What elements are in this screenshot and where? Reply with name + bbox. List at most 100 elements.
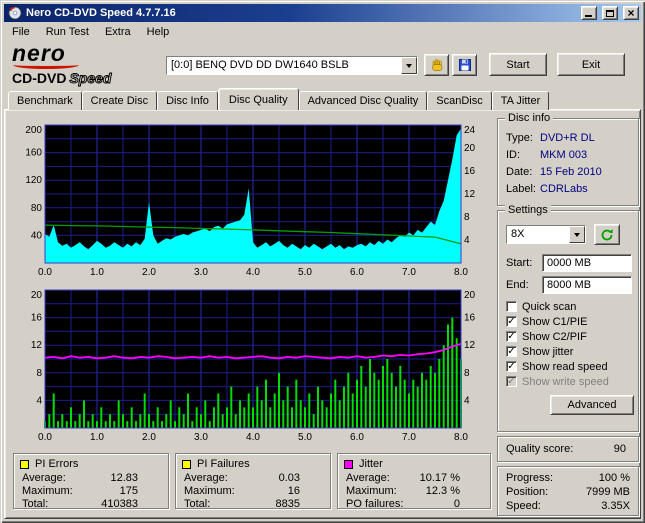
pi-errors-chart: 40 80 120 160 200 4 8 12 16 20 24 0.0 1.0 2.0 3.0 4.0 5.… [25, 124, 476, 278]
exit-button[interactable]: Exit [557, 53, 625, 76]
checkbox-box[interactable]: ✓ [506, 331, 517, 342]
svg-text:200: 200 [25, 125, 42, 136]
stat-label: PO failures: [346, 497, 404, 510]
stats-title: PI Failures [197, 458, 250, 470]
stat-value: 12.3 % [425, 484, 460, 497]
svg-text:2.0: 2.0 [142, 432, 156, 443]
close-button[interactable]: × [623, 5, 639, 20]
refresh-button[interactable] [594, 224, 620, 245]
stat-label: Total: [22, 497, 49, 510]
checkbox-box[interactable]: ✓ [506, 361, 517, 372]
svg-text:4.0: 4.0 [246, 267, 260, 278]
stat-value: 10.17 % [419, 471, 460, 484]
menu-extra[interactable]: Extra [97, 24, 139, 40]
tabstrip: Benchmark Create Disc Disc Info Disc Qualit… [8, 88, 550, 110]
start-position-field[interactable]: 0000 MB [542, 254, 632, 272]
svg-text:12: 12 [464, 189, 476, 200]
tab-ta-jitter[interactable]: TA Jitter [491, 91, 550, 110]
stats-header: PI Errors [14, 454, 168, 471]
settings-title: Settings [505, 204, 551, 216]
stats-title: PI Errors [35, 458, 79, 470]
disc-info-label: ID: [506, 148, 521, 161]
svg-text:80: 80 [31, 203, 43, 214]
svg-text:1.0: 1.0 [90, 432, 104, 443]
app-icon [8, 6, 22, 20]
advanced-button[interactable]: Advanced [550, 395, 634, 415]
stats-title: Jitter [359, 458, 383, 470]
menu-file[interactable]: File [4, 24, 38, 40]
tab-create-disc[interactable]: Create Disc [81, 91, 158, 110]
svg-text:7.0: 7.0 [402, 432, 416, 443]
disc-info-rows: Type: DVD+R DL ID: MKM 003 Date: 15 Feb 2010 L… [498, 119, 638, 197]
svg-text:4.0: 4.0 [246, 432, 260, 443]
checkbox-label: Show read speed [522, 360, 608, 373]
checkbox-show-c2-pif[interactable]: ✓ Show C2/PIF [506, 329, 636, 344]
svg-text:6.0: 6.0 [350, 432, 364, 443]
stat-label: Maximum: [346, 484, 397, 497]
scan-speed-dropdown-button[interactable] [569, 226, 585, 243]
scan-speed-select[interactable]: 8X [506, 225, 586, 244]
settings-checkbox-list: Quick scan ✓ Show C1/PIE ✓ Show C2/PIF ✓ Show … [506, 299, 636, 389]
svg-text:8.0: 8.0 [454, 267, 468, 278]
scan-speed-value: 8X [507, 226, 569, 243]
checkbox-show-jitter[interactable]: ✓ Show jitter [506, 344, 636, 359]
checkbox-label: Show C1/PIE [522, 315, 588, 328]
nero-logo: nero CD-DVD Speed [12, 42, 162, 87]
svg-text:12: 12 [464, 340, 476, 351]
svg-text:40: 40 [31, 230, 43, 241]
titlebar: Nero CD-DVD Speed 4.7.7.16 × [4, 4, 641, 22]
save-results-button[interactable] [452, 54, 477, 76]
svg-text:20: 20 [464, 290, 476, 301]
checkbox-box[interactable]: ✓ [506, 316, 517, 327]
menu-help[interactable]: Help [139, 24, 178, 40]
svg-text:7.0: 7.0 [402, 267, 416, 278]
disc-info-label: Type: [506, 131, 533, 144]
stat-value: 12.83 [110, 471, 138, 484]
stat-label: Average: [346, 471, 390, 484]
maximize-button[interactable] [601, 6, 618, 21]
checkbox-label: Quick scan [522, 300, 577, 313]
progress-label: Progress: [506, 472, 554, 484]
chevron-down-icon [574, 233, 580, 240]
svg-text:4: 4 [36, 395, 42, 406]
stats-header: PI Failures [176, 454, 330, 471]
disc-quality-tab-page: 40 80 120 160 200 4 8 12 16 20 24 0.0 1.0 2.0 3.0 4.0 5.… [4, 109, 641, 519]
eject-hand-button[interactable] [424, 54, 449, 76]
stat-row: Total: 410383 [14, 497, 168, 510]
checkbox-label: Show jitter [522, 345, 574, 358]
menu-run-test[interactable]: Run Test [38, 24, 97, 40]
checkbox-show-read-speed[interactable]: ✓ Show read speed [506, 359, 636, 374]
menubar: File Run Test Extra Help [4, 22, 641, 41]
disc-info-row: Date: 15 Feb 2010 [498, 163, 638, 180]
disc-info-row: ID: MKM 003 [498, 146, 638, 163]
svg-text:8.0: 8.0 [454, 432, 468, 443]
svg-text:12: 12 [31, 340, 43, 351]
checkbox-box[interactable] [506, 301, 517, 312]
tab-disc-info[interactable]: Disc Info [157, 91, 218, 110]
checkbox-show-c1-pie[interactable]: ✓ Show C1/PIE [506, 314, 636, 329]
checkbox-quick-scan[interactable]: Quick scan [506, 299, 636, 314]
disc-info-panel: Disc info Type: DVD+R DL ID: MKM 003 Date: 15… [497, 112, 639, 206]
svg-text:8: 8 [36, 368, 42, 379]
drive-select-dropdown-button[interactable] [401, 57, 417, 74]
stats-header: Jitter [338, 454, 490, 471]
checkbox-box[interactable]: ✓ [506, 346, 517, 357]
tab-advanced-disc-quality[interactable]: Advanced Disc Quality [298, 91, 428, 110]
drive-select[interactable]: [0:0] BENQ DVD DD DW1640 BSLB [166, 56, 418, 75]
svg-text:5.0: 5.0 [298, 267, 312, 278]
progress-panel: Progress: 100 % Position: 7999 MB Speed: 3.35… [497, 466, 639, 516]
tab-disc-quality[interactable]: Disc Quality [217, 88, 299, 110]
window-title: Nero CD-DVD Speed 4.7.7.16 [26, 7, 176, 19]
stat-label: Average: [184, 471, 228, 484]
checkbox-show-write-speed: ✓ Show write speed [506, 374, 636, 389]
minimize-button[interactable] [580, 5, 597, 20]
app-window: Nero CD-DVD Speed 4.7.7.16 × File Run Tes… [0, 0, 645, 523]
progress-rows: Progress: 100 % Position: 7999 MB Speed: 3.35… [498, 467, 638, 513]
legend-swatch [182, 459, 191, 469]
tab-scandisc[interactable]: ScanDisc [427, 91, 492, 110]
tab-benchmark[interactable]: Benchmark [8, 91, 82, 110]
end-position-field[interactable]: 8000 MB [542, 276, 632, 294]
stat-row: Total: 8835 [176, 497, 330, 510]
disc-info-value: MKM 003 [540, 148, 588, 161]
start-button[interactable]: Start [489, 53, 547, 76]
